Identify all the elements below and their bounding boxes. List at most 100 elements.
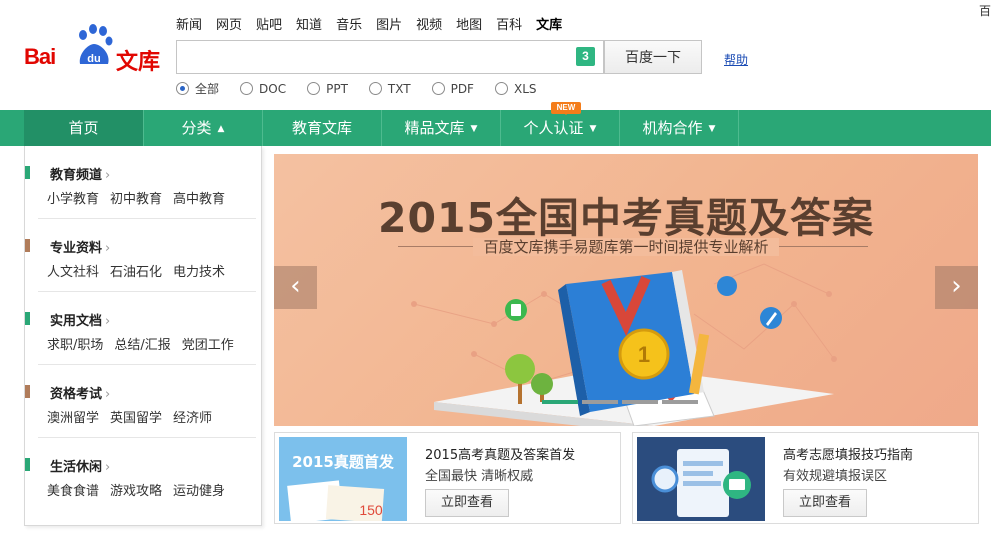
category-color-bar (25, 239, 30, 252)
top-nav-link[interactable]: 百科 (496, 14, 522, 33)
radio-button[interactable] (368, 82, 382, 95)
radio-button[interactable] (431, 82, 445, 95)
category-color-bar (25, 166, 30, 179)
baidu-wenku-logo[interactable]: Bai du 文库 (24, 24, 164, 75)
paw-logo-icon: du (79, 24, 113, 65)
category-link[interactable]: 人文社科 (47, 261, 99, 280)
logo-paw-text: du (87, 53, 100, 65)
category-heading[interactable]: 生活休闲 › (50, 456, 110, 475)
carousel-dot[interactable] (622, 400, 658, 404)
radio-button[interactable] (176, 82, 189, 95)
radio-button[interactable] (307, 82, 321, 95)
search-input[interactable] (177, 41, 567, 73)
category-group: 资格考试 › 澳洲留学 英国留学 经济师 (25, 365, 263, 438)
banner-subtitle: 百度文库携手易题库第一时间提供专业解析 (473, 238, 779, 256)
top-nav-link[interactable]: 视频 (416, 14, 442, 33)
banner-subtitle-wrap: 百度文库携手易题库第一时间提供专业解析 (274, 236, 978, 257)
carousel-prev-button[interactable]: ‹ (274, 266, 317, 309)
top-nav-link[interactable]: 图片 (376, 14, 402, 33)
chevron-right-icon: › (105, 168, 111, 183)
file-type-filter: 全部 DOC PPT TXT PDF XLS (176, 80, 558, 97)
carousel-dot[interactable] (582, 400, 618, 404)
chevron-right-icon: › (105, 387, 111, 402)
main-nav-label: 机构合作 (642, 119, 703, 137)
file-type-option[interactable]: PDF (431, 82, 474, 96)
top-nav-link[interactable]: 网页 (216, 14, 242, 33)
radio-button[interactable] (494, 82, 508, 95)
main-nav-label: 分类 (181, 119, 212, 137)
category-link[interactable]: 英国留学 (110, 407, 162, 426)
hero-banner[interactable]: 1 2015全国中考真题及答案 百度文库携手易题库第一时间提供专业解析 (274, 154, 978, 426)
keyboard-icon[interactable]: 3 (576, 47, 595, 66)
category-heading[interactable]: 资格考试 › (50, 383, 110, 402)
category-link[interactable]: 初中教育 (110, 188, 162, 207)
promo-title[interactable]: 2015高考真题及答案首发 (425, 444, 575, 463)
view-now-button[interactable]: 立即查看 (783, 489, 867, 517)
promo-subtitle: 有效规避填报误区 (783, 469, 888, 484)
main-nav-item[interactable]: 机构合作 ▼ (620, 110, 739, 146)
thumb-title: 2015真题首发 (292, 453, 395, 471)
category-heading[interactable]: 教育频道 › (50, 164, 110, 183)
category-link[interactable]: 求职/职场 (47, 334, 103, 353)
main-nav-item[interactable]: 分类 ▲ (144, 110, 263, 146)
category-link[interactable]: 电力技术 (173, 261, 225, 280)
category-heading[interactable]: 实用文档 › (50, 310, 110, 329)
carousel-dot[interactable] (662, 400, 698, 404)
thumb-score: 150 (359, 502, 383, 518)
promo-card-gaokao[interactable]: 2015真题首发 150 2015高考真题及答案首发 全国最快 清晰权威 立即查… (274, 432, 621, 524)
category-link[interactable]: 小学教育 (47, 188, 99, 207)
top-nav-link[interactable]: 知道 (296, 14, 322, 33)
category-link[interactable]: 总结/汇报 (114, 334, 170, 353)
category-link[interactable]: 澳洲留学 (47, 407, 99, 426)
category-link[interactable]: 运动健身 (173, 480, 225, 499)
promo-title[interactable]: 高考志愿填报技巧指南 (783, 444, 913, 463)
file-type-option[interactable]: DOC (240, 82, 286, 96)
category-link[interactable]: 党团工作 (182, 334, 234, 353)
corner-text: 百 (978, 4, 991, 18)
main-nav-item[interactable]: 首页 (24, 110, 144, 146)
top-nav-link[interactable]: 新闻 (176, 14, 202, 33)
top-nav-link[interactable]: 贴吧 (256, 14, 282, 33)
promo-card-volunteer[interactable]: 高考志愿填报技巧指南 有效规避填报误区 立即查看 (632, 432, 979, 524)
main-nav-item[interactable]: 教育文库 (263, 110, 382, 146)
category-heading[interactable]: 专业资料 › (50, 237, 110, 256)
file-type-label: TXT (387, 81, 411, 96)
category-links: 求职/职场 总结/汇报 党团工作 (47, 334, 245, 353)
chevron-right-icon: › (105, 314, 111, 329)
help-link[interactable]: 帮助 (724, 51, 748, 68)
view-now-button[interactable]: 立即查看 (425, 489, 509, 517)
category-link[interactable]: 美食食谱 (47, 480, 99, 499)
banner-title: 2015全国中考真题及答案 (377, 194, 875, 242)
category-links: 美食食谱 游戏攻略 运动健身 (47, 480, 236, 499)
chevron-right-icon: › (105, 241, 111, 256)
search-button[interactable]: 百度一下 (604, 40, 702, 74)
main-nav-item[interactable]: 精品文库 ▼ (382, 110, 501, 146)
category-link[interactable]: 高中教育 (173, 188, 225, 207)
file-type-option[interactable]: PPT (307, 82, 348, 96)
main-nav-item[interactable]: 个人认证 ▼ (501, 110, 620, 146)
top-nav-link[interactable]: 音乐 (336, 14, 362, 33)
file-type-option[interactable]: XLS (494, 82, 537, 96)
category-color-bar (25, 458, 30, 471)
file-type-option[interactable]: 全部 (176, 80, 219, 97)
chevron-left-icon: ‹ (290, 271, 301, 301)
carousel-dot[interactable] (542, 400, 578, 404)
top-nav-link[interactable]: 地图 (456, 14, 482, 33)
category-group: 实用文档 › 求职/职场 总结/汇报 党团工作 (25, 292, 263, 365)
main-nav-label: 精品文库 (404, 119, 465, 137)
carousel-next-button[interactable]: › (935, 266, 978, 309)
category-link[interactable]: 石油石化 (110, 261, 162, 280)
file-type-label: PPT (326, 81, 348, 96)
category-link[interactable]: 经济师 (173, 407, 212, 426)
category-links: 小学教育 初中教育 高中教育 (47, 188, 236, 207)
top-nav-link[interactable]: 文库 (536, 14, 562, 33)
category-panel: 教育频道 › 小学教育 初中教育 高中教育 专业资料 › 人文社科 石油石化 电力技术 实用文档 › 求… (24, 146, 262, 526)
radio-button[interactable] (240, 82, 254, 95)
file-type-option[interactable]: TXT (368, 81, 411, 96)
category-link[interactable]: 游戏攻略 (110, 480, 162, 499)
top-nav: 新闻 网页 贴吧 知道 音乐 图片 视频 地图 百科 文库 (176, 14, 576, 33)
category-group: 生活休闲 › 美食食谱 游戏攻略 运动健身 (25, 438, 263, 511)
new-badge: NEW (551, 102, 581, 115)
tag-float-icon (717, 276, 737, 296)
category-group: 专业资料 › 人文社科 石油石化 电力技术 (25, 219, 263, 292)
